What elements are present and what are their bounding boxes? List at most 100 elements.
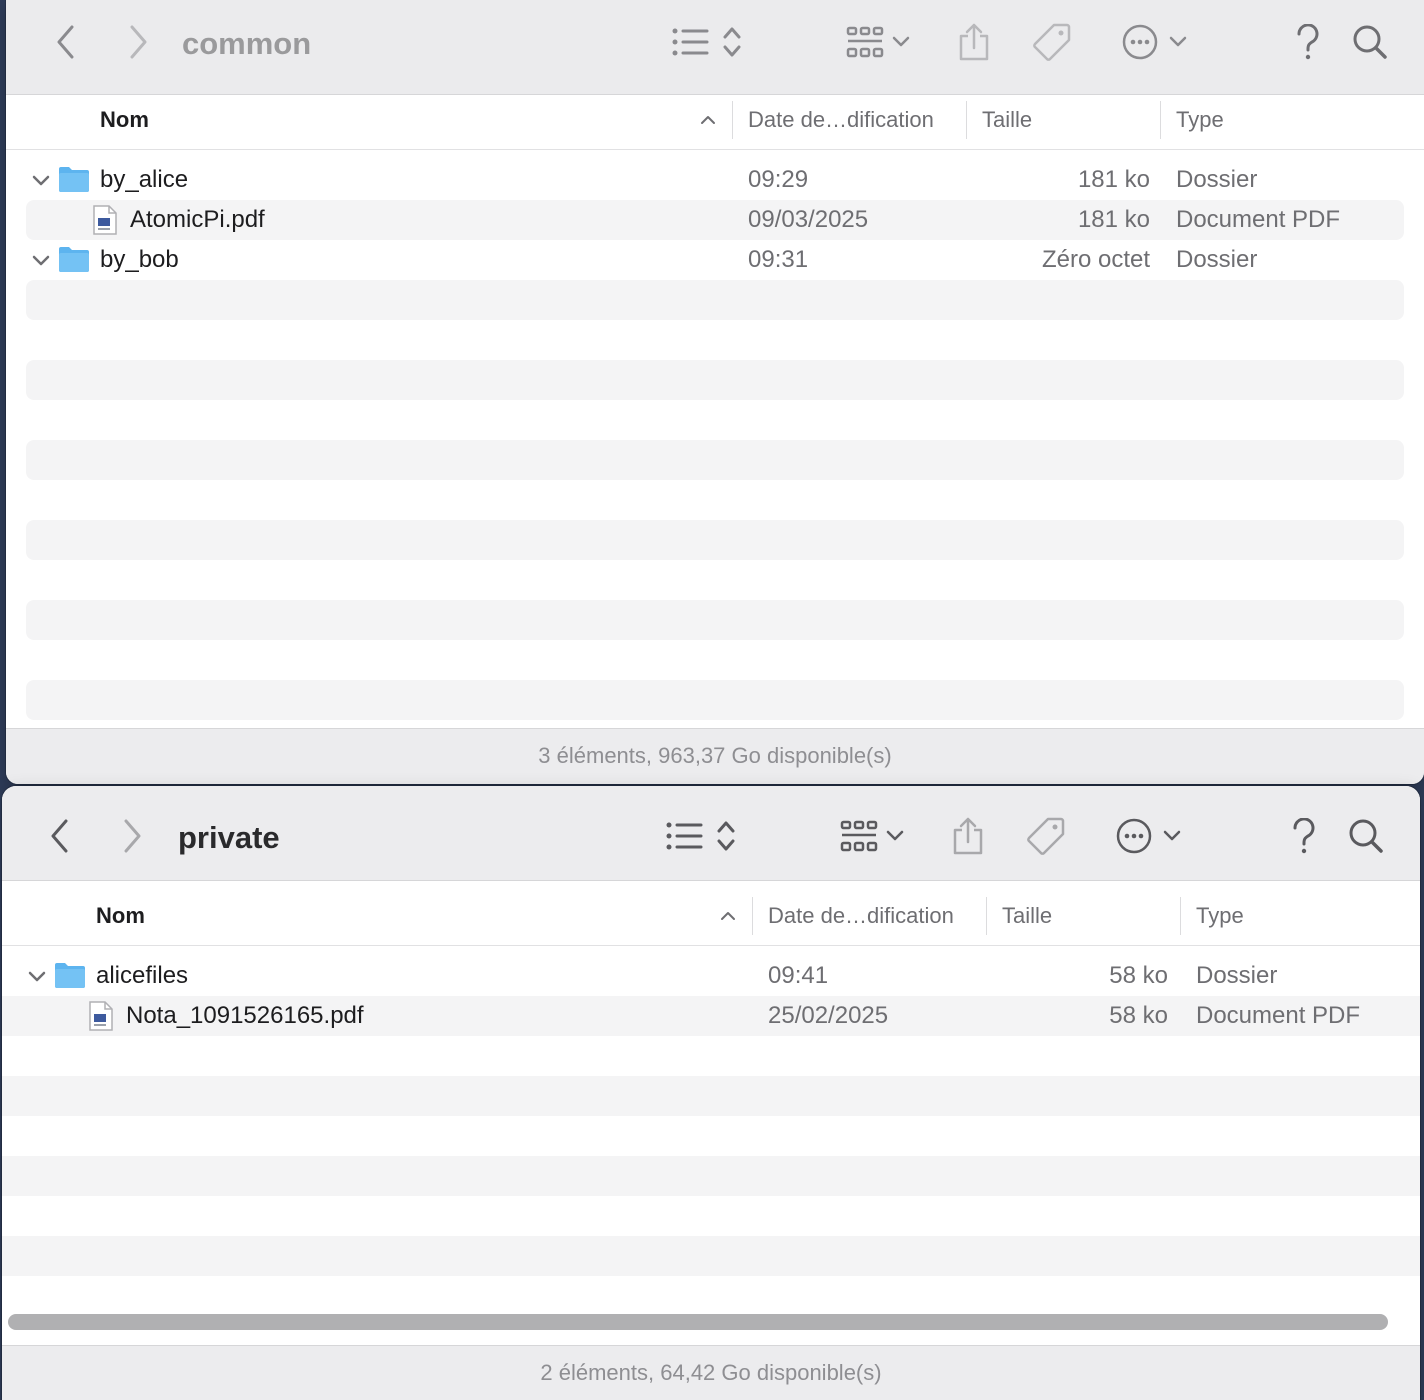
empty-row bbox=[6, 480, 1424, 520]
list-item[interactable]: AtomicPi.pdf 09/03/2025 181 ko Document … bbox=[6, 200, 1424, 240]
file-name: by_alice bbox=[100, 166, 189, 193]
file-type: Document PDF bbox=[1196, 1002, 1361, 1029]
search-button[interactable] bbox=[1348, 22, 1392, 62]
finder-window-private: private Nom Date de…dification Taille Ty… bbox=[2, 786, 1420, 1400]
share-button[interactable] bbox=[954, 20, 994, 64]
grid-group-icon bbox=[840, 820, 878, 852]
more-actions-button[interactable] bbox=[1114, 22, 1194, 62]
empty-row bbox=[6, 640, 1424, 680]
help-button[interactable] bbox=[1284, 816, 1324, 856]
back-button[interactable] bbox=[44, 22, 88, 62]
window-title: private bbox=[178, 820, 280, 855]
chevron-down-icon bbox=[892, 36, 910, 47]
empty-row bbox=[2, 1116, 1420, 1156]
column-type-header[interactable]: Type bbox=[1196, 891, 1244, 945]
file-list: alicefiles 09:41 58 ko Dossier Nota_1091… bbox=[2, 956, 1420, 1315]
folder-icon bbox=[59, 247, 89, 272]
file-date: 25/02/2025 bbox=[768, 1002, 889, 1029]
list-item[interactable]: Nota_1091526165.pdf 25/02/2025 58 ko Doc… bbox=[2, 996, 1420, 1036]
search-button[interactable] bbox=[1344, 816, 1388, 856]
file-date: 09/03/2025 bbox=[748, 206, 869, 233]
status-bar: 3 éléments, 963,37 Go disponible(s) bbox=[6, 728, 1424, 784]
empty-row bbox=[6, 520, 1424, 560]
file-size: 181 ko bbox=[1077, 166, 1150, 193]
list-item[interactable]: by_bob 09:31 Zéro octet Dossier bbox=[6, 240, 1424, 280]
list-view-icon bbox=[672, 28, 709, 56]
more-actions-button[interactable] bbox=[1108, 816, 1188, 856]
file-size: 181 ko bbox=[1077, 206, 1150, 233]
file-date: 09:31 bbox=[748, 246, 809, 273]
window-title: common bbox=[182, 26, 312, 61]
column-header: Nom Date de…dification Taille Type bbox=[2, 891, 1420, 946]
empty-row bbox=[6, 440, 1424, 480]
group-button[interactable] bbox=[838, 22, 918, 62]
file-name: AtomicPi.pdf bbox=[130, 206, 265, 233]
empty-row bbox=[2, 1196, 1420, 1236]
toolbar: private bbox=[2, 786, 1420, 881]
empty-row bbox=[2, 1276, 1420, 1315]
help-icon bbox=[1297, 24, 1319, 60]
file-name: by_bob bbox=[100, 246, 179, 273]
forward-button[interactable] bbox=[116, 22, 160, 62]
folder-icon bbox=[59, 167, 89, 192]
empty-row bbox=[6, 280, 1424, 320]
group-button[interactable] bbox=[832, 816, 912, 856]
grid-group-icon bbox=[846, 26, 884, 58]
help-icon bbox=[1293, 818, 1315, 854]
column-name-header[interactable]: Nom bbox=[100, 95, 149, 149]
more-ellipsis-icon bbox=[1116, 818, 1152, 854]
disclosure-chevron-icon[interactable] bbox=[32, 250, 50, 270]
search-icon bbox=[1353, 25, 1387, 59]
empty-row bbox=[2, 1156, 1420, 1196]
help-button[interactable] bbox=[1288, 22, 1328, 62]
tag-button[interactable] bbox=[1030, 20, 1074, 64]
list-view-icon bbox=[666, 822, 703, 850]
list-item[interactable]: alicefiles 09:41 58 ko Dossier bbox=[2, 956, 1420, 996]
share-icon bbox=[953, 817, 983, 855]
horizontal-scrollbar[interactable] bbox=[8, 1314, 1388, 1330]
pdf-document-icon bbox=[89, 1001, 113, 1031]
column-date-header[interactable]: Date de…dification bbox=[748, 95, 934, 149]
column-separator[interactable] bbox=[1160, 101, 1161, 139]
back-button[interactable] bbox=[38, 816, 82, 856]
column-name-header[interactable]: Nom bbox=[96, 891, 145, 945]
column-separator[interactable] bbox=[986, 897, 987, 935]
share-button[interactable] bbox=[948, 814, 988, 858]
empty-row bbox=[6, 360, 1424, 400]
column-size-header[interactable]: Taille bbox=[982, 95, 1032, 149]
view-mode-button[interactable] bbox=[656, 816, 746, 856]
empty-row bbox=[6, 680, 1424, 720]
search-icon bbox=[1349, 819, 1383, 853]
more-ellipsis-icon bbox=[1122, 24, 1158, 60]
disclosure-chevron-icon[interactable] bbox=[28, 966, 46, 986]
tag-button[interactable] bbox=[1024, 814, 1068, 858]
column-type-header[interactable]: Type bbox=[1176, 95, 1224, 149]
file-type: Document PDF bbox=[1176, 206, 1341, 233]
column-date-header[interactable]: Date de…dification bbox=[768, 891, 954, 945]
empty-row bbox=[2, 1076, 1420, 1116]
chevron-down-icon bbox=[1169, 36, 1187, 47]
file-size: Zéro octet bbox=[1041, 246, 1150, 273]
disclosure-chevron-icon[interactable] bbox=[32, 170, 50, 190]
empty-row bbox=[6, 560, 1424, 600]
view-mode-button[interactable] bbox=[662, 22, 752, 62]
file-type: Dossier bbox=[1176, 166, 1258, 193]
tag-icon bbox=[1027, 817, 1065, 855]
sort-ascending-icon bbox=[721, 912, 735, 920]
column-size-header[interactable]: Taille bbox=[1002, 891, 1052, 945]
forward-button[interactable] bbox=[110, 816, 154, 856]
column-separator[interactable] bbox=[732, 101, 733, 139]
status-bar: 2 éléments, 64,42 Go disponible(s) bbox=[2, 1345, 1420, 1400]
pdf-document-icon bbox=[93, 205, 117, 235]
column-separator[interactable] bbox=[752, 897, 753, 935]
column-separator[interactable] bbox=[966, 101, 967, 139]
column-separator[interactable] bbox=[1180, 897, 1181, 935]
sort-updown-icon bbox=[723, 27, 741, 57]
toolbar: common bbox=[6, 0, 1424, 95]
empty-row bbox=[6, 320, 1424, 360]
sort-updown-icon bbox=[717, 821, 735, 851]
list-item[interactable]: by_alice 09:29 181 ko Dossier bbox=[6, 160, 1424, 200]
back-chevron-icon bbox=[51, 819, 68, 853]
file-name: alicefiles bbox=[96, 962, 189, 989]
tag-icon bbox=[1033, 23, 1071, 61]
